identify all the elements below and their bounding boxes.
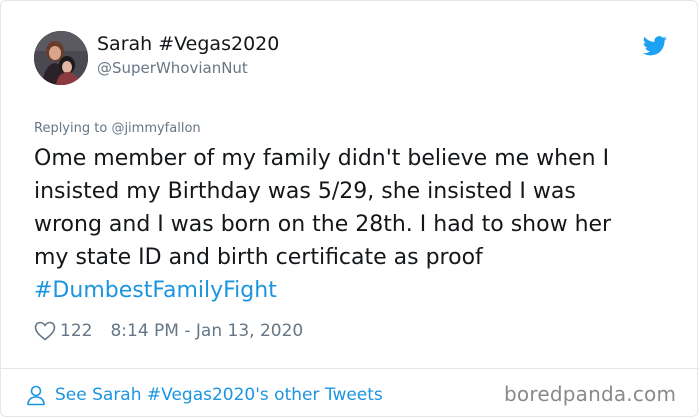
author-handle[interactable]: @SuperWhovianNut [97, 59, 248, 77]
tweet-text-line: wrong and I was born on the 28th. I had … [34, 212, 612, 237]
tweet-text-line: insisted my Birthday was 5/29, she insis… [34, 179, 576, 204]
hashtag-link[interactable]: #DumbestFamilyFight [34, 274, 674, 307]
tweet-meta: 122 8:14 PM - Jan 13, 2020 [34, 319, 303, 343]
other-tweets-link[interactable]: See Sarah #Vegas2020's other Tweets [25, 383, 383, 407]
like-count[interactable]: 122 [60, 321, 92, 341]
tweet-text: Ome member of my family didn't believe m… [34, 142, 674, 307]
person-icon [27, 385, 45, 406]
avatar-image [34, 31, 88, 85]
tweet-text-line: my state ID and birth certificate as pro… [34, 245, 483, 270]
watermark-logo: boredpanda.com [504, 382, 677, 406]
reply-to-handle[interactable]: @jimmyfallon [111, 121, 200, 136]
other-tweets-label[interactable]: See Sarah #Vegas2020's other Tweets [55, 385, 383, 405]
tweet-timestamp[interactable]: 8:14 PM - Jan 13, 2020 [110, 321, 303, 341]
reply-prefix: Replying to [34, 121, 112, 136]
reply-context: Replying to @jimmyfallon [34, 121, 201, 136]
footer-divider [1, 368, 699, 369]
avatar[interactable] [34, 31, 88, 85]
tweet-text-line: Ome member of my family didn't believe m… [34, 146, 610, 171]
twitter-bird-icon[interactable] [643, 36, 667, 56]
author-display-name[interactable]: Sarah #Vegas2020 [97, 33, 279, 55]
tweet-card: Sarah #Vegas2020 @SuperWhovianNut Replyi… [0, 0, 699, 417]
heart-icon[interactable] [34, 321, 56, 341]
